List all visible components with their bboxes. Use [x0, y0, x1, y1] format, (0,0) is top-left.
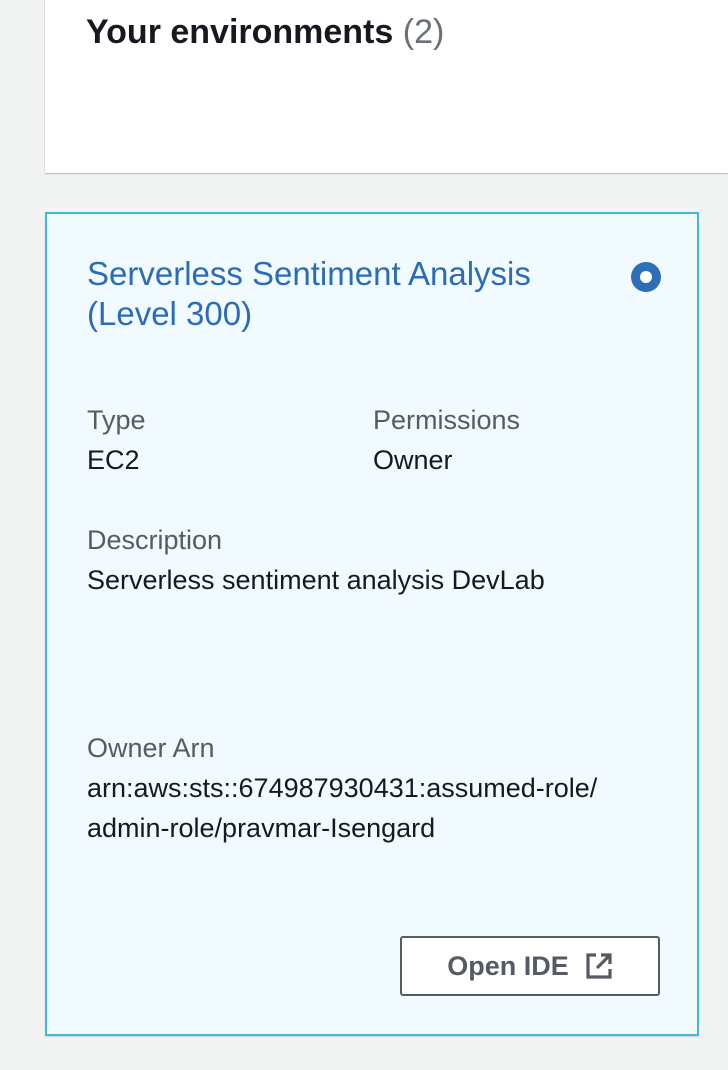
panel-title-text: Your environments — [86, 13, 394, 51]
description-value: Serverless sentiment analysis DevLab — [87, 565, 545, 595]
environment-card[interactable]: Serverless Sentiment Analysis (Level 300… — [45, 212, 699, 1036]
environments-panel: Your environments (2) — [45, 0, 728, 173]
type-value: EC2 — [87, 445, 140, 475]
environment-count: (2) — [402, 13, 445, 51]
permissions-field: Permissions Owner — [373, 400, 520, 480]
open-ide-button[interactable]: Open IDE — [400, 936, 660, 996]
permissions-value: Owner — [373, 445, 453, 475]
type-label: Type — [87, 405, 146, 435]
external-link-icon — [585, 952, 613, 980]
description-field: Description Serverless sentiment analysi… — [87, 520, 657, 600]
owner-arn-value: arn:aws:sts::674987930431:assumed-role/a… — [87, 773, 598, 843]
owner-arn-field: Owner Arn arn:aws:sts::674987930431:assu… — [87, 728, 607, 848]
permissions-label: Permissions — [373, 405, 521, 435]
selected-radio-button[interactable] — [631, 262, 661, 292]
environment-name[interactable]: Serverless Sentiment Analysis (Level 300… — [87, 254, 587, 334]
panel-title: Your environments (2) — [86, 12, 444, 52]
open-ide-label: Open IDE — [447, 950, 569, 981]
description-label: Description — [87, 525, 223, 555]
type-field: Type EC2 — [87, 400, 146, 480]
owner-arn-label: Owner Arn — [87, 733, 215, 763]
